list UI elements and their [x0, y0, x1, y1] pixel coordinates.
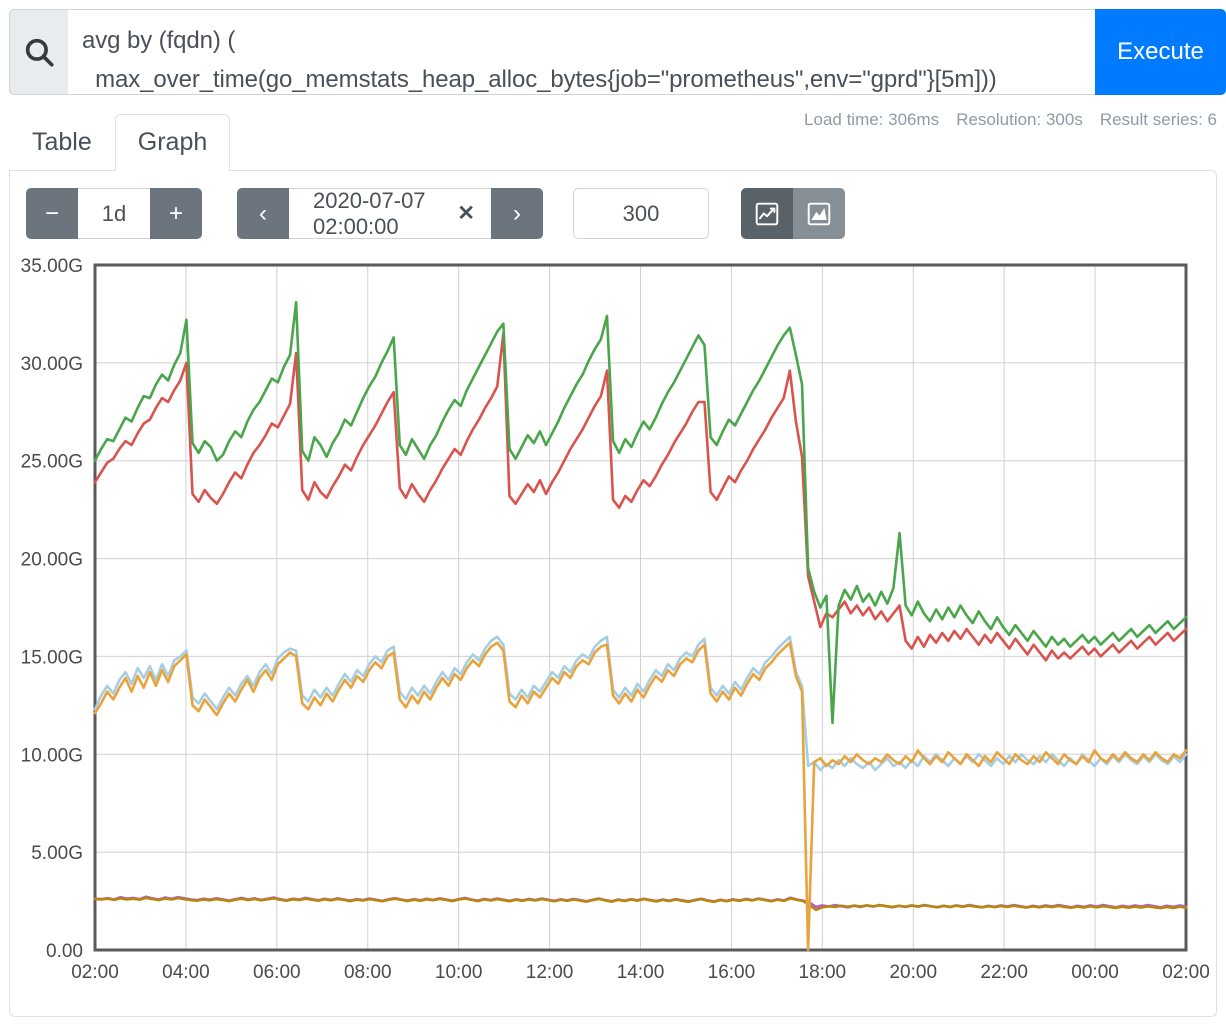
graph-chart[interactable]: 0.00 5.00G 10.00G 15.00G 20.00G 25.00G 30.00G 3…: [10, 252, 1214, 1002]
tab-bar: Table Graph Load time: 306ms Resolution:…: [9, 103, 1217, 171]
svg-text:16:00: 16:00: [708, 962, 756, 983]
svg-text:15.00G: 15.00G: [21, 647, 83, 668]
time-previous-button[interactable]: ‹: [237, 188, 289, 239]
result-series-stat: Result series: 6: [1099, 110, 1217, 129]
svg-text:10.00G: 10.00G: [21, 745, 83, 766]
clear-time-icon[interactable]: ✕: [457, 203, 475, 224]
svg-text:30.00G: 30.00G: [21, 354, 83, 375]
svg-text:25.00G: 25.00G: [21, 452, 83, 473]
query-input[interactable]: avg by (fqdn) ( max_over_time(go_memstat…: [68, 9, 1095, 95]
range-increase-button[interactable]: +: [150, 188, 202, 239]
load-time-stat: Load time: 306ms: [804, 110, 940, 129]
chart-type-group: [741, 188, 845, 239]
range-control-group: − 1d +: [26, 188, 202, 239]
svg-text:00:00: 00:00: [1071, 962, 1119, 983]
svg-text:06:00: 06:00: [253, 962, 301, 983]
stacked-area-chart-icon[interactable]: [793, 188, 845, 239]
resolution-input[interactable]: 300: [573, 188, 709, 239]
execute-button[interactable]: Execute: [1095, 9, 1226, 95]
svg-text:14:00: 14:00: [617, 962, 665, 983]
query-row: avg by (fqdn) ( max_over_time(go_memstat…: [0, 0, 1226, 95]
time-control-group: ‹ 2020-07-07 02:00:00 ✕ ›: [237, 188, 543, 239]
graph-panel: − 1d + ‹ 2020-07-07 02:00:00 ✕ › 300 0.0…: [9, 170, 1217, 1017]
chart-svg: 0.00 5.00G 10.00G 15.00G 20.00G 25.00G 30.00G 3…: [21, 256, 1210, 983]
svg-text:22:00: 22:00: [980, 962, 1028, 983]
end-time-value: 2020-07-07 02:00:00: [313, 187, 426, 239]
svg-text:20.00G: 20.00G: [21, 550, 83, 571]
svg-text:35.00G: 35.00G: [21, 256, 83, 277]
svg-text:5.00G: 5.00G: [31, 843, 83, 864]
tab-table[interactable]: Table: [9, 114, 115, 171]
query-stats: Load time: 306ms Resolution: 300s Result…: [804, 110, 1217, 130]
svg-text:02:00: 02:00: [71, 962, 119, 983]
tab-graph[interactable]: Graph: [114, 114, 231, 171]
line-chart-icon[interactable]: [741, 188, 793, 239]
svg-text:04:00: 04:00: [162, 962, 210, 983]
svg-text:02:00: 02:00: [1162, 962, 1210, 983]
time-next-button[interactable]: ›: [491, 188, 543, 239]
query-line-2: max_over_time(go_memstats_heap_alloc_byt…: [82, 65, 997, 93]
range-input[interactable]: 1d: [78, 188, 150, 239]
svg-text:18:00: 18:00: [799, 962, 847, 983]
end-time-input[interactable]: 2020-07-07 02:00:00 ✕: [289, 188, 491, 239]
svg-text:0.00: 0.00: [46, 941, 83, 962]
range-decrease-button[interactable]: −: [26, 188, 78, 239]
svg-text:12:00: 12:00: [526, 962, 574, 983]
search-icon: [9, 9, 68, 95]
query-line-1: avg by (fqdn) (: [82, 27, 236, 54]
svg-text:10:00: 10:00: [435, 962, 483, 983]
resolution-stat: Resolution: 300s: [956, 110, 1083, 129]
svg-text:08:00: 08:00: [344, 962, 392, 983]
svg-text:20:00: 20:00: [889, 962, 937, 983]
graph-controls: − 1d + ‹ 2020-07-07 02:00:00 ✕ › 300: [10, 188, 1216, 239]
